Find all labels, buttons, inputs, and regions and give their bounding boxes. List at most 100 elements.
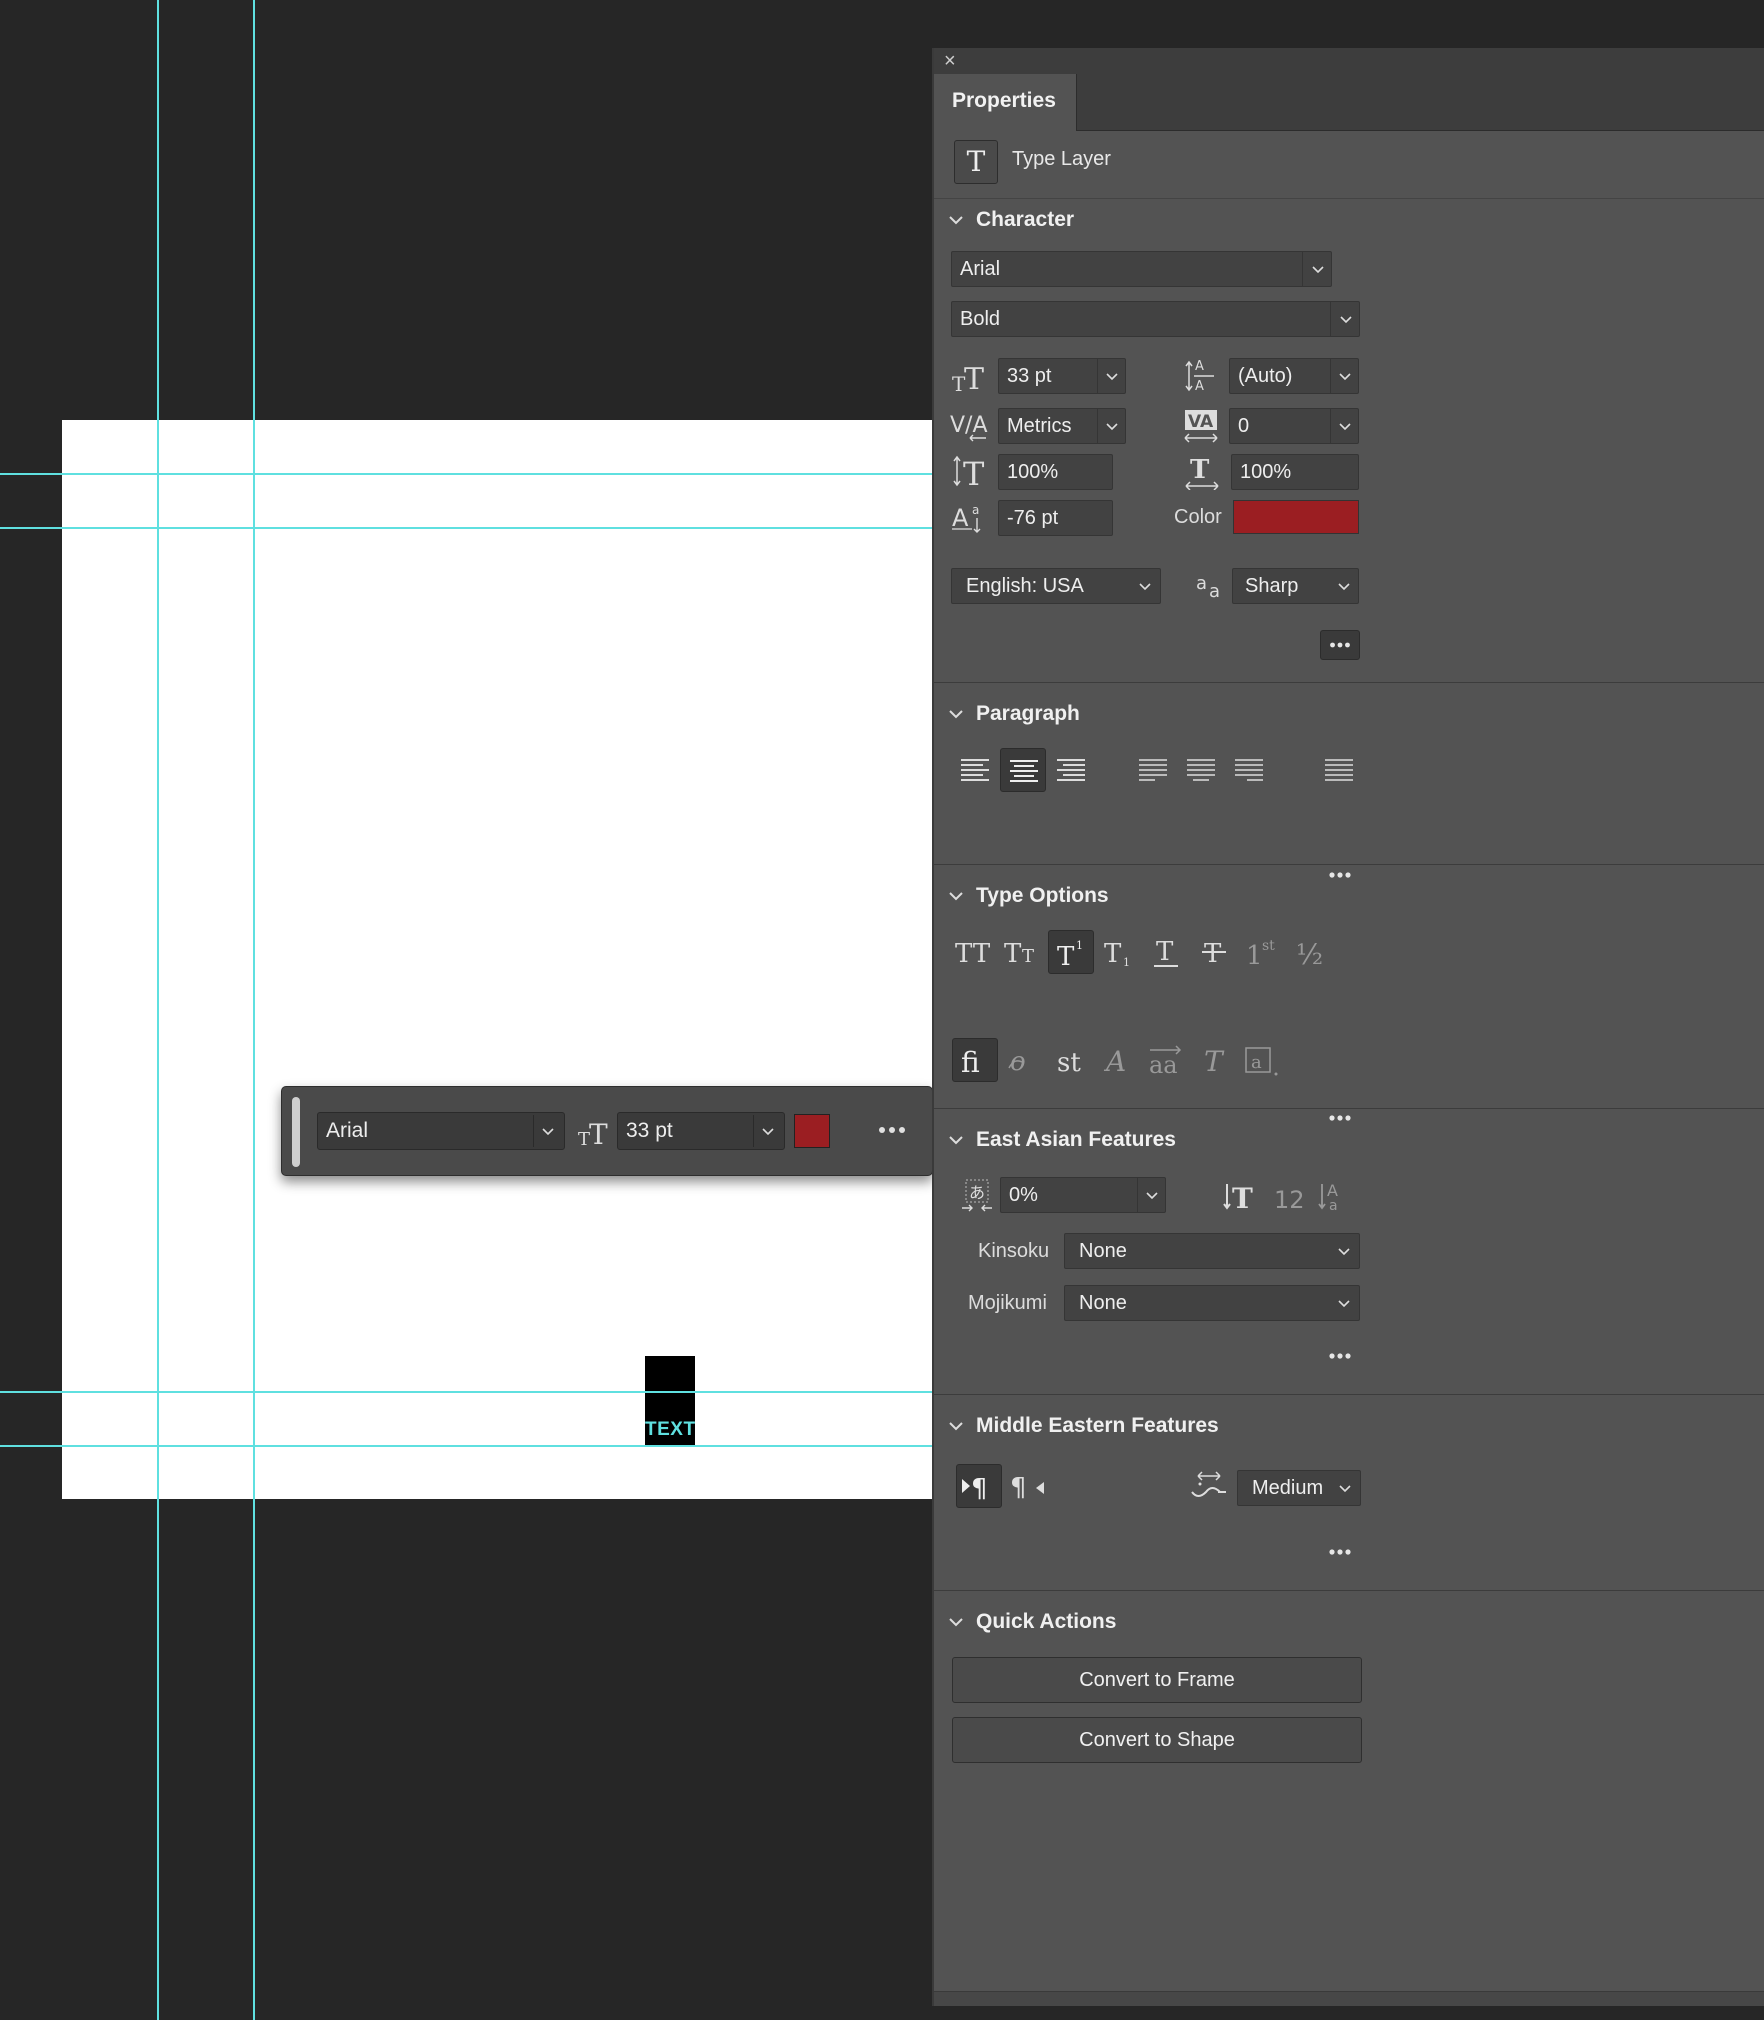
language-value: English: USA [966,575,1084,597]
all-caps-button[interactable]: TT [952,930,998,974]
ctx-color-swatch[interactable] [794,1114,830,1148]
drag-handle[interactable] [292,1097,300,1167]
horizontal-guide[interactable] [0,1445,932,1447]
anti-aliasing-select[interactable]: Sharp [1232,568,1359,604]
titling-alternates-button[interactable]: T [1192,1038,1238,1082]
kashida-select[interactable]: Medium [1237,1470,1361,1506]
baseline-shift-value: -76 pt [1007,507,1059,529]
align-right-button[interactable] [1048,748,1094,792]
middle-eastern-more-button[interactable] [1320,1537,1360,1567]
baseline-shift-field[interactable]: -76 pt [998,500,1113,536]
vertical-scale-field[interactable]: 100% [998,454,1113,490]
section-east-asian-header[interactable]: East Asian Features [948,1128,1176,1152]
left-to-right-direction-button[interactable]: ¶ [956,1464,1002,1508]
text-layer-box[interactable]: TEXT [645,1356,695,1445]
convert-to-frame-button[interactable]: Convert to Frame [952,1657,1362,1703]
svg-text:V/A: V/A [950,413,988,438]
vertical-guide[interactable] [157,0,159,2020]
language-select[interactable]: English: USA [951,568,1161,604]
text-layer-content[interactable]: TEXT [645,1419,695,1441]
svg-text:T: T [964,362,984,393]
leading-field[interactable]: (Auto) [1229,358,1359,394]
justify-last-right-button[interactable] [1226,748,1272,792]
close-icon[interactable]: × [944,51,956,71]
svg-text:T: T [1204,1045,1225,1078]
section-character-header[interactable]: Character [948,208,1074,232]
svg-text:a: a [1329,1198,1338,1214]
contextual-alternates-icon: o [1008,1047,1026,1077]
anti-aliasing-value: Sharp [1245,575,1299,597]
underline-button[interactable]: T [1144,930,1190,974]
artboard[interactable]: TEXT [62,420,932,1499]
chevron-down-icon [949,216,963,225]
east-asian-more-button[interactable] [1320,1341,1360,1371]
vertical-alignment-button[interactable]: Aa [1314,1174,1360,1218]
svg-text:1: 1 [1246,941,1263,971]
svg-text:1: 1 [1123,956,1130,969]
svg-text:¶: ¶ [1010,1473,1027,1503]
svg-text:あ: あ [969,1183,985,1202]
section-paragraph-header[interactable]: Paragraph [948,702,1080,726]
select-divider [1097,409,1098,443]
standard-ligatures-button[interactable]: fi [952,1038,998,1082]
ornaments-button[interactable]: a [1240,1038,1286,1082]
section-middle-eastern-header[interactable]: Middle Eastern Features [948,1414,1219,1438]
japanese-numbers-button[interactable]: 12 [1268,1174,1314,1218]
right-to-left-direction-button[interactable]: ¶ [1004,1464,1050,1508]
justify-all-icon [1325,759,1353,781]
subscript-button[interactable]: T1 [1096,930,1142,974]
svg-text:T: T [1022,946,1034,967]
tate-chu-yoko-button[interactable]: T [1220,1174,1266,1218]
kerning-select[interactable]: Metrics [998,408,1126,444]
align-left-button[interactable] [952,748,998,792]
document-canvas[interactable]: TEXT Arial T T 33 pt [0,0,933,2020]
ellipsis-icon[interactable] [872,1115,912,1145]
horizontal-guide[interactable] [0,527,932,529]
all-caps-icon: TT [955,939,991,969]
justify-last-left-button[interactable] [1130,748,1176,792]
ornaments-icon: a [1245,1047,1278,1076]
section-type-options-header[interactable]: Type Options [948,884,1109,908]
strikethrough-button[interactable]: T [1192,930,1238,974]
justify-all-button[interactable] [1316,748,1362,792]
ordinals-button[interactable]: 1st [1240,930,1286,974]
vertical-guide[interactable] [253,0,255,2020]
kinsoku-select[interactable]: None [1064,1233,1360,1269]
swash-button[interactable]: A [1096,1038,1142,1082]
contextual-alternates-button[interactable]: o [1000,1038,1046,1082]
section-quick-actions-header[interactable]: Quick Actions [948,1610,1116,1634]
ctx-font-select[interactable]: Arial [317,1112,565,1150]
convert-to-shape-button[interactable]: Convert to Shape [952,1717,1362,1763]
font-style-value: Bold [960,308,1001,330]
svg-text:VA: VA [1188,412,1214,432]
svg-text:T: T [1190,455,1210,485]
svg-text:T: T [963,455,985,488]
svg-text:T: T [1232,1182,1253,1215]
mojikumi-select[interactable]: None [1064,1285,1360,1321]
fractions-button[interactable]: ½ [1288,930,1334,974]
character-more-button[interactable] [1320,630,1360,660]
horizontal-guide[interactable] [0,1391,932,1393]
svg-text:TT: TT [955,939,991,969]
text-color-swatch[interactable] [1233,500,1359,534]
chevron-down-icon [949,1422,963,1431]
ctx-size-select[interactable]: 33 pt [617,1112,785,1150]
tab-properties[interactable]: Properties [934,74,1077,131]
horizontal-guide[interactable] [0,473,932,475]
stylistic-alternates-button[interactable]: aa [1144,1038,1190,1082]
justify-last-center-button[interactable] [1178,748,1224,792]
discretionary-ligatures-button[interactable]: st [1048,1038,1094,1082]
svg-text:A: A [1195,379,1204,394]
font-style-select[interactable]: Bold [951,301,1360,337]
tracking-field[interactable]: 0 [1229,408,1359,444]
align-center-button[interactable] [1000,748,1046,792]
small-caps-button[interactable]: TT [1000,930,1046,974]
font-size-field[interactable]: 33 pt [998,358,1126,394]
panel-resize-bar[interactable] [934,1991,1764,2006]
font-family-select[interactable]: Arial [951,251,1332,287]
kashida-value: Medium [1252,1477,1324,1499]
svg-text:st: st [1057,1048,1081,1078]
superscript-button[interactable]: T1 [1048,930,1094,974]
tsume-field[interactable]: 0% [1000,1177,1166,1213]
horizontal-scale-field[interactable]: 100% [1231,454,1359,490]
